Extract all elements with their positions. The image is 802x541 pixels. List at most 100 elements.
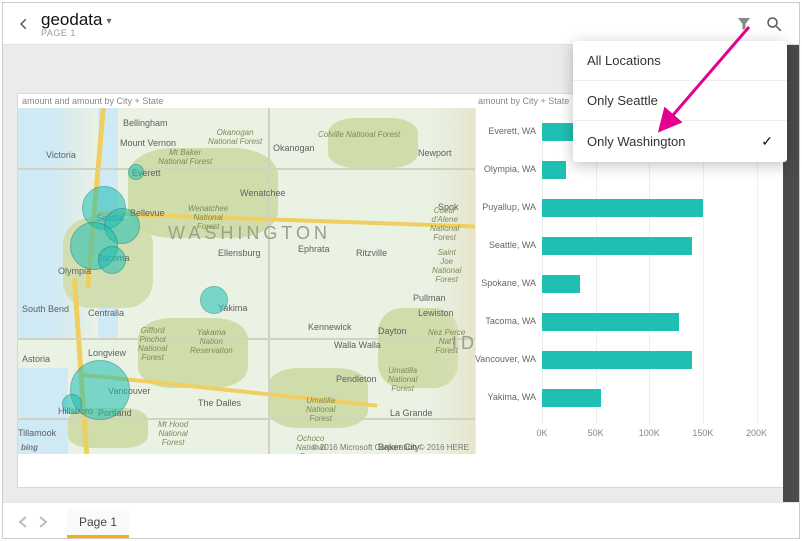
page-subtitle: PAGE 1	[41, 28, 111, 38]
bar-chart-x-axis: 0K50K100K150K200K	[542, 428, 778, 440]
back-button[interactable]	[13, 13, 35, 35]
map-park-label: WenatcheeNationalForest	[188, 204, 228, 231]
map-park-label: Colville National Forest	[318, 130, 400, 139]
bar-chart-plot: Everett, WAOlympia, WAPuyallup, WASeattl…	[542, 120, 778, 424]
map-city-label: Centralia	[88, 308, 124, 318]
report-title: geodata	[41, 10, 102, 30]
map-city-label: Walla Walla	[334, 340, 381, 350]
map-data-bubble[interactable]	[200, 286, 228, 314]
map-attribution-logo: bing	[21, 443, 38, 452]
bar[interactable]	[542, 313, 679, 331]
bar-row: Tacoma, WA	[542, 310, 778, 348]
filter-button[interactable]	[729, 9, 759, 39]
filter-option[interactable]: Only Seattle	[573, 81, 787, 121]
chevron-down-icon: ▾	[106, 16, 111, 27]
title-block[interactable]: geodata ▾ PAGE 1	[41, 10, 111, 38]
page-tab[interactable]: Page 1	[67, 509, 129, 538]
map-park-label: SaintJoeNationalForest	[432, 248, 461, 284]
map-city-label: Ellensburg	[218, 248, 261, 258]
bar-category-label: Vancouver, WA	[475, 354, 536, 364]
bar-row: Vancouver, WA	[542, 348, 778, 386]
bar-category-label: Seattle, WA	[489, 240, 536, 250]
map-park-label: Coeurd'AleneNationalForest	[430, 206, 459, 242]
prev-page-button[interactable]	[13, 510, 33, 534]
bar-category-label: Everett, WA	[488, 126, 536, 136]
axis-tick-label: 0K	[536, 428, 547, 438]
map-park-label: GiffordPinchotNationalForest	[138, 326, 167, 362]
map-city-label: Ritzville	[356, 248, 387, 258]
map-city-label: Wenatchee	[240, 188, 285, 198]
header: geodata ▾ PAGE 1	[3, 3, 799, 45]
map-road	[18, 338, 476, 340]
app-frame: geodata ▾ PAGE 1 amount and amount by Ci…	[2, 2, 800, 539]
map-data-bubble[interactable]	[62, 394, 82, 414]
bar-category-label: Tacoma, WA	[485, 316, 536, 326]
map-city-label: Bellingham	[123, 118, 168, 128]
map-park-label: OkanoganNational Forest	[208, 128, 262, 146]
filter-option-label: Only Washington	[587, 134, 686, 149]
bar-row: Seattle, WA	[542, 234, 778, 272]
bar-category-label: Olympia, WA	[484, 164, 536, 174]
map-data-bubble[interactable]	[128, 164, 144, 180]
map-city-label: La Grande	[390, 408, 433, 418]
map-park-label: Nez PerceNat'lForest	[428, 328, 465, 355]
bar[interactable]	[542, 237, 692, 255]
bar[interactable]	[542, 389, 601, 407]
bar-row: Olympia, WA	[542, 158, 778, 196]
map-park-label: OchocoNationalForest	[296, 434, 325, 454]
map-city-label: Lewiston	[418, 308, 454, 318]
page-tab-bar: Page 1	[3, 502, 799, 538]
map-road	[268, 108, 270, 454]
next-page-button[interactable]	[33, 510, 53, 534]
axis-tick-label: 100K	[639, 428, 660, 438]
filter-option-label: All Locations	[587, 53, 661, 68]
bar[interactable]	[542, 161, 566, 179]
page-tab-label: Page 1	[79, 515, 117, 529]
chevron-left-icon	[17, 17, 31, 31]
bar-category-label: Puyallup, WA	[482, 202, 536, 212]
bar[interactable]	[542, 351, 692, 369]
map-road	[18, 168, 476, 170]
map-city-label: Astoria	[22, 354, 50, 364]
filter-option-label: Only Seattle	[587, 93, 658, 108]
chevron-right-icon	[38, 516, 48, 528]
map-city-label: The Dalles	[198, 398, 241, 408]
map-terrain	[328, 118, 418, 168]
map-city-label: Tillamook	[18, 428, 56, 438]
bar-row: Spokane, WA	[542, 272, 778, 310]
axis-tick-label: 150K	[692, 428, 713, 438]
map-park-label: YakamaNationReservation	[190, 328, 233, 355]
map-city-label: Mount Vernon	[120, 138, 176, 148]
map-city-label: Newport	[418, 148, 452, 158]
bar[interactable]	[542, 199, 703, 217]
map-park-label: UmatillaNationalForest	[388, 366, 417, 393]
map-visual[interactable]: WASHINGTON ID bing © 2016 Microsoft Corp…	[18, 108, 476, 454]
map-city-label: Pullman	[413, 293, 446, 303]
bar-row: Puyallup, WA	[542, 196, 778, 234]
bar[interactable]	[542, 123, 574, 141]
check-icon: ✓	[761, 133, 773, 150]
map-city-label: Okanogan	[273, 143, 315, 153]
map-city-label: Pendleton	[336, 374, 377, 384]
map-city-label: Kennewick	[308, 322, 352, 332]
search-icon	[765, 15, 783, 33]
search-button[interactable]	[759, 9, 789, 39]
map-park-label: UmatillaNationalForest	[306, 396, 335, 423]
bar-row: Yakima, WA	[542, 386, 778, 424]
map-city-label: Victoria	[46, 150, 76, 160]
bar-category-label: Spokane, WA	[481, 278, 536, 288]
bar-category-label: Yakima, WA	[487, 392, 536, 402]
bar[interactable]	[542, 275, 580, 293]
map-visual-title: amount and amount by City + State	[22, 96, 163, 106]
filter-icon	[735, 15, 753, 33]
map-data-bubble[interactable]	[98, 246, 126, 274]
map-road	[18, 418, 476, 420]
map-city-label: Dayton	[378, 326, 407, 336]
filter-option[interactable]: All Locations	[573, 41, 787, 81]
chevron-left-icon	[18, 516, 28, 528]
bar-visual-title: amount by City + State	[478, 96, 588, 106]
filter-option[interactable]: Only Washington ✓	[573, 121, 787, 162]
axis-tick-label: 50K	[588, 428, 604, 438]
map-city-label: Ephrata	[298, 244, 330, 254]
map-park-label: Mt HoodNationalForest	[158, 420, 188, 447]
